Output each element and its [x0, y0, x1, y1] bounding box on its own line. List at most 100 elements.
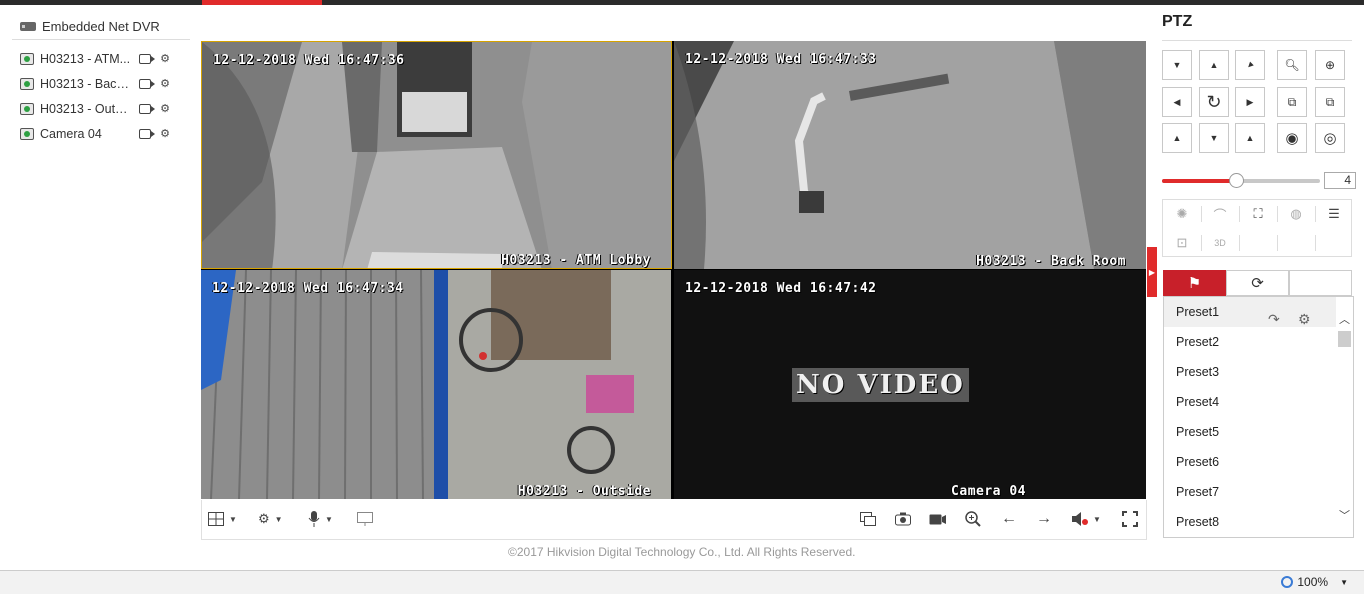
tilt-up-button[interactable]: ▲: [1199, 50, 1229, 80]
light-bulb-icon: ✺: [1176, 206, 1188, 221]
audio-talk-button[interactable]: ▼: [308, 508, 333, 530]
lens-init-button[interactable]: ◍: [1277, 200, 1315, 228]
device-name: Embedded Net DVR: [42, 19, 160, 34]
video-tile-atm-lobby[interactable]: 12-12-2018 Wed 16:47:36 H03213 - ATM Lob…: [201, 41, 672, 269]
live-view-toolbar: ▼ ⚙ ▼ ▼ ← → ▼: [201, 500, 1147, 540]
light-button[interactable]: ✺: [1163, 200, 1201, 228]
zoom-out-button[interactable]: 🔍︎: [1277, 50, 1307, 80]
camera-name: Camera 04: [40, 126, 102, 141]
ptz-function-buttons: ✺ ⌒ ⛶ ◍ ☰ ⊡ 3D: [1162, 199, 1352, 257]
preset-scrollbar[interactable]: ︿ ﹀: [1336, 297, 1353, 537]
chevron-down-icon[interactable]: ﹀: [1336, 507, 1353, 523]
video-tile-camera-04[interactable]: 12-12-2018 Wed 16:47:42 NO VIDEO Camera …: [674, 270, 1146, 499]
pan-up-left-button[interactable]: ▼: [1162, 50, 1192, 80]
tilt-down-button[interactable]: ▼: [1199, 123, 1229, 153]
list-item[interactable]: Preset7: [1164, 477, 1337, 507]
video-tile-back-room[interactable]: 12-12-2018 Wed 16:47:33 H03213 - Back Ro…: [674, 41, 1146, 269]
list-item[interactable]: Preset4: [1164, 387, 1337, 417]
camera-row[interactable]: H03213 - Outsi... ⚙: [12, 96, 190, 121]
stream-settings-icon[interactable]: ⚙: [158, 128, 172, 140]
stream-settings-icon[interactable]: ⚙: [158, 53, 172, 65]
preset-name: Preset8: [1176, 515, 1220, 529]
3d-positioning-button[interactable]: 3D: [1201, 229, 1239, 257]
pan-down-right-button[interactable]: ▲: [1235, 123, 1265, 153]
zoom-in-icon: [965, 511, 981, 527]
wiper-button[interactable]: ⌒: [1201, 200, 1239, 228]
stream-type-button[interactable]: ⚙ ▼: [258, 508, 283, 530]
dvr-icon: [20, 22, 36, 31]
collapse-ptz-panel-button[interactable]: ▶: [1147, 247, 1157, 297]
camera-row[interactable]: H03213 - ATM... ⚙: [12, 46, 190, 71]
volume-button[interactable]: ▼: [1072, 508, 1101, 530]
chevron-down-icon: ▼: [1093, 514, 1101, 524]
camera-feed-image: [202, 42, 671, 268]
list-item[interactable]: Preset8: [1164, 507, 1337, 537]
next-page-button[interactable]: →: [1036, 508, 1052, 530]
tab-pattern[interactable]: [1289, 270, 1352, 296]
arrow-right-icon: →: [1036, 510, 1052, 527]
device-tree-root[interactable]: Embedded Net DVR: [12, 14, 190, 40]
timestamp-overlay: 12-12-2018 Wed 16:47:33: [685, 52, 877, 67]
lens-init-icon: ◍: [1290, 206, 1302, 221]
browser-zoom-control[interactable]: 100% ▼: [1281, 575, 1348, 589]
top-nav-bar: [0, 0, 1364, 5]
preset-name: Preset4: [1176, 395, 1220, 409]
video-tile-outside[interactable]: 12-12-2018 Wed 16:47:34 H03213 - Outside: [201, 270, 671, 499]
camera-label-overlay: H03213 - Outside: [517, 484, 651, 499]
iris-open-button[interactable]: ◉: [1277, 123, 1307, 153]
iris-close-button[interactable]: ◎: [1315, 123, 1345, 153]
auxiliary-focus-button[interactable]: ⛶: [1239, 200, 1277, 228]
ptz-divider: [1162, 40, 1352, 41]
auto-scan-button[interactable]: ↻: [1199, 87, 1229, 117]
scrollbar-thumb[interactable]: [1338, 331, 1351, 347]
list-item[interactable]: Preset3: [1164, 357, 1337, 387]
manual-tracking-button[interactable]: ⊡: [1163, 229, 1201, 257]
multi-capture-button[interactable]: [860, 508, 876, 530]
zoom-in-button[interactable]: ⊕: [1315, 50, 1345, 80]
pan-up-right-button[interactable]: ▼: [1235, 50, 1265, 80]
arrow-up-left-icon: ▲: [1172, 133, 1182, 143]
enable-ezoom-button[interactable]: [357, 508, 373, 530]
wiper-icon: ⌒: [1213, 207, 1227, 223]
digital-zoom-button[interactable]: [965, 508, 981, 530]
camera-row[interactable]: Camera 04 ⚙: [12, 121, 190, 146]
preset-list: Preset1 ↷ ⚙ Preset2 Preset3 Preset4 Pres…: [1163, 296, 1354, 538]
camera-row[interactable]: H03213 - Back... ⚙: [12, 71, 190, 96]
focus-far-button[interactable]: ⧉: [1315, 87, 1345, 117]
pan-right-button[interactable]: ▶: [1235, 87, 1265, 117]
record-icon[interactable]: [138, 103, 155, 115]
fullscreen-button[interactable]: [1122, 508, 1138, 530]
chevron-right-icon: ▶: [1148, 267, 1156, 277]
chevron-up-icon[interactable]: ︿: [1336, 311, 1353, 327]
record-clip-button[interactable]: [929, 508, 947, 530]
arrow-left-icon: ◀: [1173, 96, 1181, 107]
focus-near-button[interactable]: ⧉: [1277, 87, 1307, 117]
list-item[interactable]: Preset5: [1164, 417, 1337, 447]
stream-settings-icon[interactable]: ⚙: [158, 78, 172, 90]
arrow-down-icon: ▼: [1209, 133, 1219, 143]
list-item[interactable]: Preset1 ↷ ⚙: [1164, 297, 1337, 327]
chevron-down-icon: ▼: [325, 514, 333, 524]
ptz-direction-pad: ▼ ▲ ▼ ◀ ↻ ▶ ▲ ▼ ▲: [1162, 50, 1268, 158]
tab-patrol[interactable]: ⟳: [1226, 270, 1289, 296]
list-item[interactable]: Preset2: [1164, 327, 1337, 357]
menu-button[interactable]: ☰: [1315, 200, 1353, 228]
window-layout-button[interactable]: ▼: [208, 508, 237, 530]
previous-page-button[interactable]: ←: [1001, 508, 1017, 530]
record-icon[interactable]: [138, 53, 155, 65]
zoom-level: 100%: [1297, 575, 1329, 589]
flag-icon: ⚑: [1187, 275, 1202, 292]
list-item[interactable]: Preset6: [1164, 447, 1337, 477]
stream-settings-icon[interactable]: ⚙: [158, 103, 172, 115]
pan-left-button[interactable]: ◀: [1162, 87, 1192, 117]
preset-name: Preset6: [1176, 455, 1220, 469]
record-icon[interactable]: [138, 128, 155, 140]
pan-down-left-button[interactable]: ▲: [1162, 123, 1192, 153]
focus-near-icon: ⧉: [1287, 94, 1297, 109]
slider-handle[interactable]: [1229, 173, 1245, 188]
record-icon[interactable]: [138, 78, 155, 90]
tab-presets[interactable]: ⚑: [1163, 270, 1226, 296]
capture-button[interactable]: [895, 508, 911, 530]
preset-name: Preset1: [1176, 305, 1220, 319]
ptz-speed-slider[interactable]: [1162, 172, 1320, 190]
